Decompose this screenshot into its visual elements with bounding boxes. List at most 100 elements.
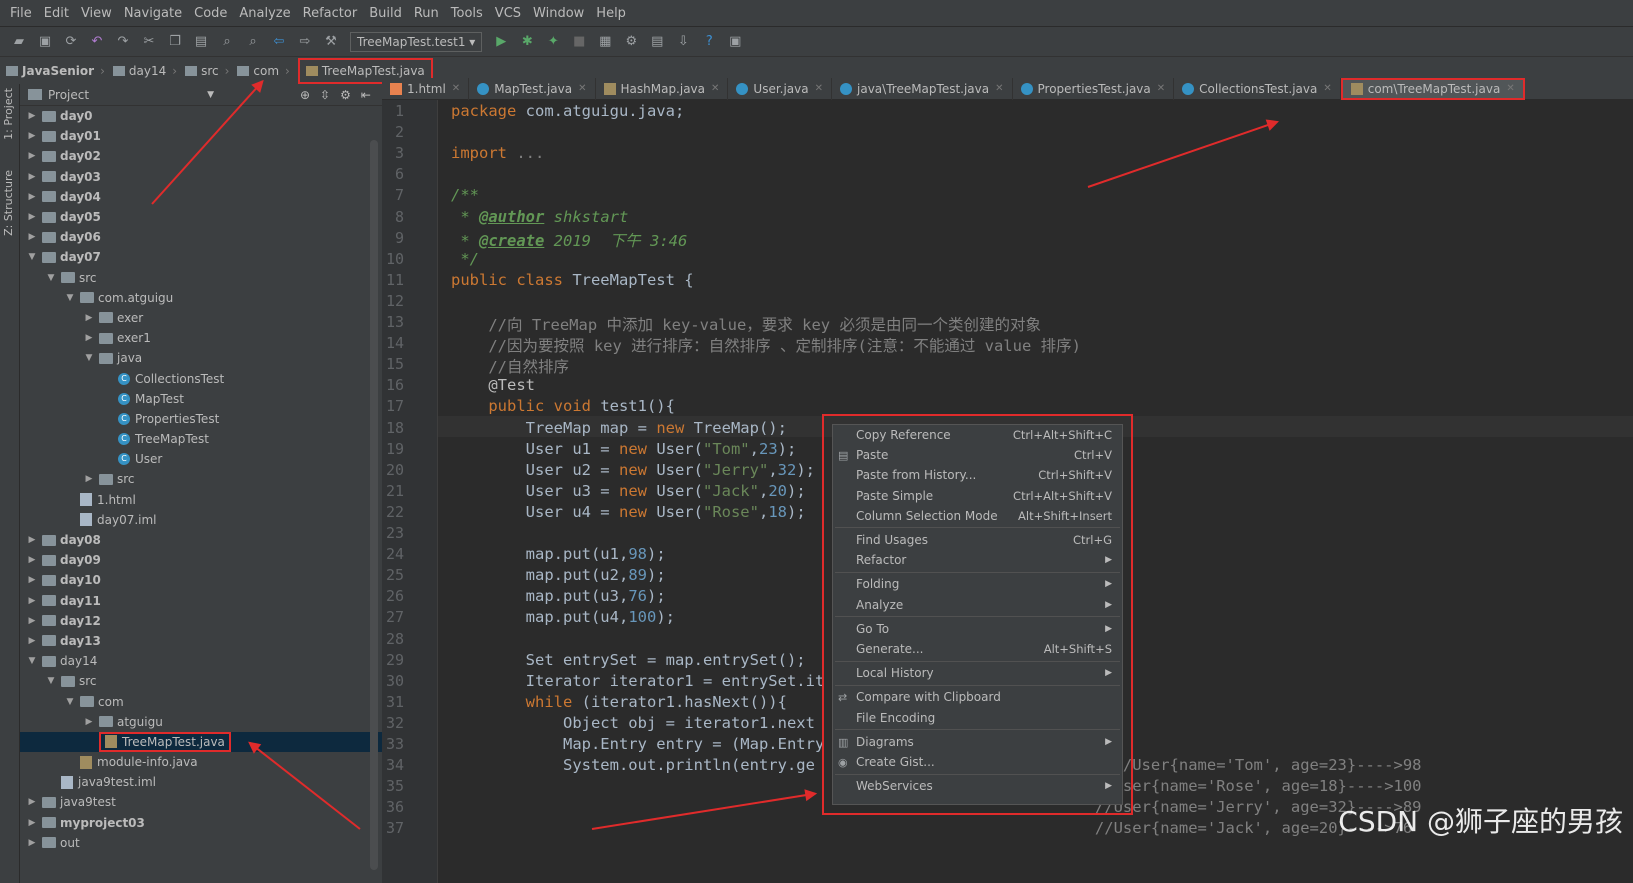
- collapsed-arrow-icon[interactable]: ▶: [26, 575, 38, 585]
- build-icon[interactable]: ⚒: [322, 33, 340, 51]
- tree-node[interactable]: ▶ day10: [20, 570, 382, 590]
- context-menu-item[interactable]: ⇄ Compare with Clipboard: [833, 687, 1122, 707]
- editor-tab[interactable]: HashMap.java ✕: [596, 77, 729, 100]
- context-menu-item[interactable]: Copy Reference Ctrl+Alt+Shift+C: [833, 425, 1122, 445]
- collapsed-arrow-icon[interactable]: ▶: [26, 232, 38, 242]
- structure-icon[interactable]: ▦: [596, 33, 614, 51]
- open-folder-icon[interactable]: ▰: [10, 33, 28, 51]
- tree-node[interactable]: ▼ com: [20, 691, 382, 711]
- collapsed-arrow-icon[interactable]: ▶: [26, 616, 38, 626]
- editor-tab[interactable]: 1.html ✕: [382, 77, 470, 100]
- expanded-arrow-icon[interactable]: ▼: [45, 273, 57, 283]
- collapsed-arrow-icon[interactable]: ▶: [83, 313, 95, 323]
- tree-node[interactable]: C CollectionsTest: [20, 368, 382, 388]
- tree-node[interactable]: ▼ day07: [20, 247, 382, 267]
- menu-help[interactable]: Help: [590, 6, 632, 21]
- save-icon[interactable]: ▣: [36, 33, 54, 51]
- tree-node[interactable]: 1.html: [20, 490, 382, 510]
- breadcrumb-item[interactable]: JavaSenior ›: [6, 64, 107, 78]
- editor-tab[interactable]: MapTest.java ✕: [469, 77, 596, 100]
- tree-node[interactable]: TreeMapTest.java: [20, 731, 382, 752]
- sync-icon[interactable]: ⟳: [62, 33, 80, 51]
- tree-node[interactable]: ▶ day05: [20, 207, 382, 227]
- menu-vcs[interactable]: VCS: [489, 6, 527, 21]
- tree-node[interactable]: ▶ day03: [20, 167, 382, 187]
- expanded-arrow-icon[interactable]: ▼: [26, 252, 38, 262]
- task-icon[interactable]: ▣: [726, 33, 744, 51]
- collapsed-arrow-icon[interactable]: ▶: [26, 838, 38, 848]
- tree-node[interactable]: ▶ exer: [20, 308, 382, 328]
- close-tab-icon[interactable]: ✕: [995, 83, 1003, 94]
- collapsed-arrow-icon[interactable]: ▶: [26, 818, 38, 828]
- collapsed-arrow-icon[interactable]: ▶: [26, 212, 38, 222]
- expanded-arrow-icon[interactable]: ▼: [64, 293, 76, 303]
- tree-node[interactable]: module-info.java: [20, 752, 382, 772]
- tree-node[interactable]: ▶ day12: [20, 611, 382, 631]
- tree-node[interactable]: ▶ myproject03: [20, 813, 382, 833]
- menu-tools[interactable]: Tools: [445, 6, 489, 21]
- collapsed-arrow-icon[interactable]: ▶: [26, 172, 38, 182]
- collapsed-arrow-icon[interactable]: ▶: [26, 131, 38, 141]
- menu-navigate[interactable]: Navigate: [118, 6, 188, 21]
- collapsed-arrow-icon[interactable]: ▶: [83, 717, 95, 727]
- editor-tab[interactable]: User.java ✕: [728, 77, 833, 100]
- help-icon[interactable]: ?: [700, 33, 718, 51]
- gear-icon[interactable]: ⚙: [340, 88, 351, 102]
- tree-node[interactable]: ▶ day04: [20, 187, 382, 207]
- tree-node[interactable]: ▶ atguigu: [20, 712, 382, 732]
- collapsed-arrow-icon[interactable]: ▶: [26, 151, 38, 161]
- collapsed-arrow-icon[interactable]: ▶: [26, 192, 38, 202]
- context-menu-item[interactable]: ◉ Create Gist...: [833, 752, 1122, 772]
- menu-build[interactable]: Build: [363, 6, 408, 21]
- tree-node[interactable]: ▶ src: [20, 469, 382, 489]
- collapsed-arrow-icon[interactable]: ▶: [26, 535, 38, 545]
- view-dropdown-icon[interactable]: ▼: [207, 90, 214, 100]
- run-icon[interactable]: ▶: [492, 33, 510, 51]
- structure-tool-tab[interactable]: Z: Structure: [2, 170, 15, 236]
- editor-tab[interactable]: com\TreeMapTest.java ✕: [1340, 77, 1525, 100]
- editor-tab[interactable]: CollectionsTest.java ✕: [1174, 77, 1341, 100]
- replace-icon[interactable]: ⌕: [244, 33, 262, 51]
- collapsed-arrow-icon[interactable]: ▶: [26, 636, 38, 646]
- context-menu-item[interactable]: Refactor ▶: [833, 550, 1122, 570]
- collapsed-arrow-icon[interactable]: ▶: [26, 555, 38, 565]
- collapsed-arrow-icon[interactable]: ▶: [83, 474, 95, 484]
- find-icon[interactable]: ⌕: [218, 33, 236, 51]
- tree-node[interactable]: C PropertiesTest: [20, 409, 382, 429]
- project-tool-tab[interactable]: 1: Project: [2, 88, 15, 140]
- context-menu-item[interactable]: Generate... Alt+Shift+S: [833, 639, 1122, 659]
- breadcrumb-item[interactable]: src ›: [185, 64, 231, 78]
- locate-icon[interactable]: ⊕: [300, 88, 310, 102]
- context-menu-item[interactable]: File Encoding: [833, 707, 1122, 727]
- tree-node[interactable]: ▶ day0: [20, 106, 382, 126]
- collapse-icon[interactable]: ⇳: [320, 88, 330, 102]
- editor-tab[interactable]: java\TreeMapTest.java ✕: [832, 77, 1013, 100]
- context-menu-item[interactable]: Find Usages Ctrl+G: [833, 530, 1122, 550]
- expanded-arrow-icon[interactable]: ▼: [64, 697, 76, 707]
- menu-view[interactable]: View: [75, 6, 118, 21]
- tree-node[interactable]: ▶ exer1: [20, 328, 382, 348]
- tree-node[interactable]: ▼ com.atguigu: [20, 288, 382, 308]
- context-menu-item[interactable]: Local History ▶: [833, 663, 1122, 683]
- cut-icon[interactable]: ✂: [140, 33, 158, 51]
- back-icon[interactable]: ⇦: [270, 33, 288, 51]
- menu-run[interactable]: Run: [408, 6, 445, 21]
- tree-node[interactable]: ▶ day01: [20, 126, 382, 146]
- menu-code[interactable]: Code: [188, 6, 233, 21]
- close-tab-icon[interactable]: ✕: [452, 83, 460, 94]
- context-menu-item[interactable]: ▤ Paste Ctrl+V: [833, 445, 1122, 465]
- breadcrumb-item[interactable]: com ›: [237, 64, 291, 78]
- tree-node[interactable]: C TreeMapTest: [20, 429, 382, 449]
- menu-edit[interactable]: Edit: [38, 6, 75, 21]
- tree-node[interactable]: java9test.iml: [20, 772, 382, 792]
- coverage-icon[interactable]: ✦: [544, 33, 562, 51]
- tree-node[interactable]: C MapTest: [20, 389, 382, 409]
- tree-node[interactable]: ▼ src: [20, 268, 382, 288]
- menu-analyze[interactable]: Analyze: [233, 6, 296, 21]
- tree-node[interactable]: C User: [20, 449, 382, 469]
- debug-icon[interactable]: ✱: [518, 33, 536, 51]
- tree-scrollbar[interactable]: [370, 140, 378, 870]
- collapsed-arrow-icon[interactable]: ▶: [26, 111, 38, 121]
- collapsed-arrow-icon[interactable]: ▶: [83, 333, 95, 343]
- tree-node[interactable]: ▼ day14: [20, 651, 382, 671]
